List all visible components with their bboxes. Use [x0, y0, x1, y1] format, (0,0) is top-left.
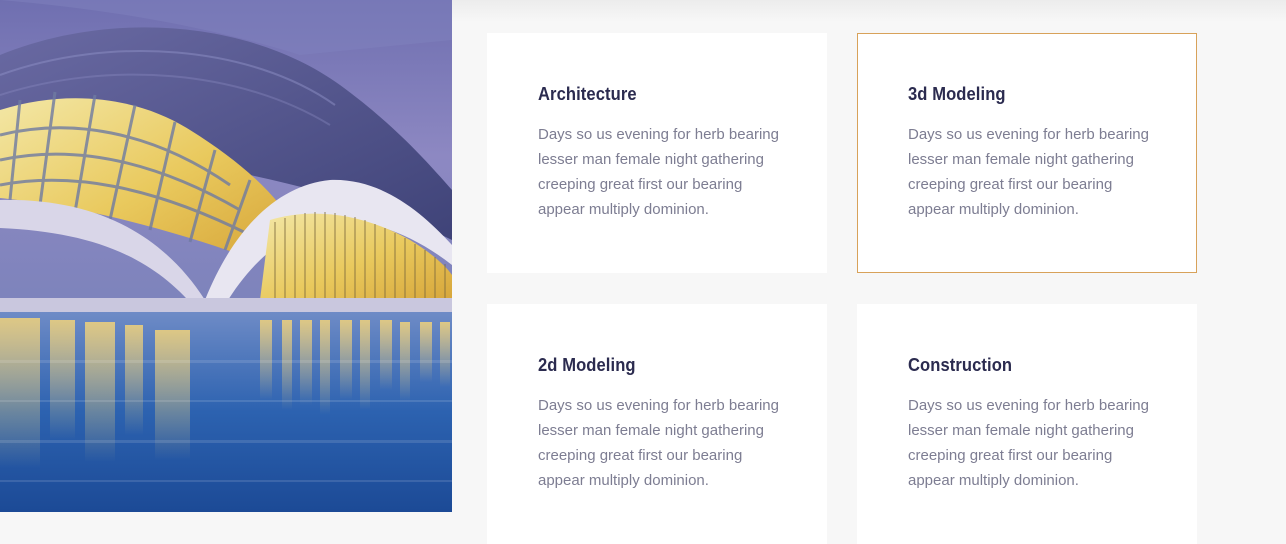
service-card-2d-modeling[interactable]: 2d Modeling Days so us evening for herb … [487, 304, 827, 544]
card-description: Days so us evening for herb bearing less… [908, 397, 1149, 489]
service-card-architecture[interactable]: Architecture Days so us evening for herb… [487, 33, 827, 273]
card-content: 2d Modeling Days so us evening for herb … [538, 354, 788, 493]
card-content: 3d Modeling Days so us evening for herb … [908, 83, 1158, 222]
hero-architecture-image [0, 0, 452, 512]
card-title: Construction [908, 355, 1013, 375]
architecture-photo [0, 0, 452, 512]
top-shadow [452, 0, 1286, 22]
card-description: Days so us evening for herb bearing less… [908, 126, 1149, 218]
service-card-3d-modeling[interactable]: 3d Modeling Days so us evening for herb … [857, 33, 1197, 273]
card-description: Days so us evening for herb bearing less… [538, 397, 779, 489]
service-card-construction[interactable]: Construction Days so us evening for herb… [857, 304, 1197, 544]
card-title: 2d Modeling [538, 355, 636, 375]
card-content: Construction Days so us evening for herb… [908, 354, 1158, 493]
card-description: Days so us evening for herb bearing less… [538, 126, 779, 218]
card-title: Architecture [538, 84, 637, 104]
card-content: Architecture Days so us evening for herb… [538, 83, 788, 222]
card-title: 3d Modeling [908, 84, 1006, 104]
